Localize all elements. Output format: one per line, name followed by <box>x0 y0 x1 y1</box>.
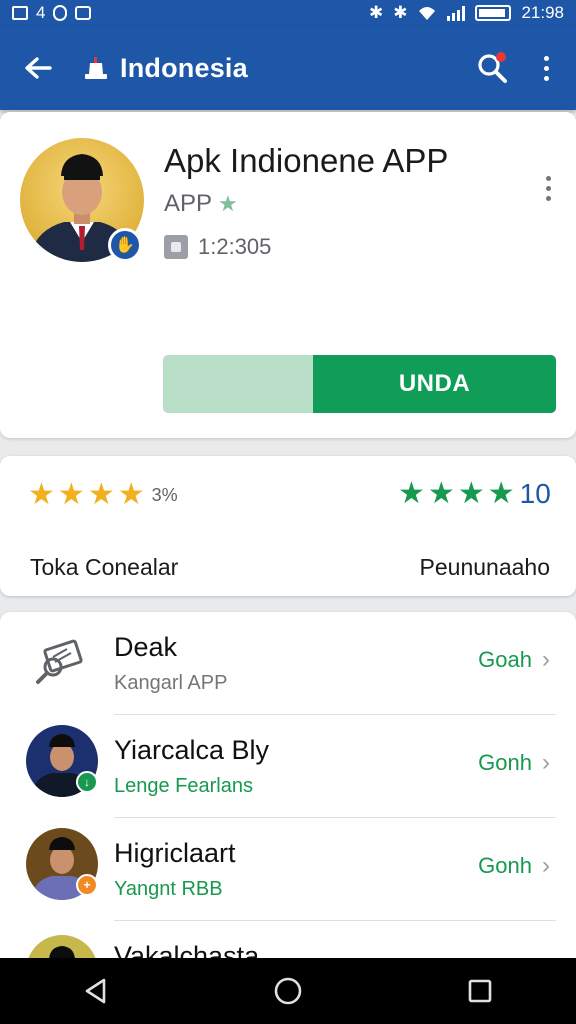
app-meta-value: 1:2:305 <box>198 234 272 259</box>
app-type-label: APP <box>164 190 213 217</box>
rating-left: ★ ★ ★ ★ 3% <box>28 480 178 510</box>
chevron-right-icon: › <box>542 749 550 776</box>
app-info-card: ✋ Apk Indionene APP APP ★ 1:2:305 UNDA <box>0 112 576 438</box>
status-left-number: 4 <box>36 3 46 22</box>
circle-home-icon <box>274 977 302 1005</box>
list-item-action[interactable]: Gonh › <box>478 852 550 880</box>
list-item-action-label: Gonh <box>478 853 532 878</box>
list-item-subtitle: Lenge Fearlans <box>114 775 253 797</box>
star-icon: ★ <box>427 477 455 510</box>
size-icon <box>164 235 188 259</box>
status-time: 21:98 <box>521 3 564 22</box>
battery-icon <box>475 5 512 21</box>
download-badge-icon: ↓ <box>76 771 98 793</box>
app-type-row: APP ★ <box>164 190 238 218</box>
secondary-button[interactable] <box>163 355 313 413</box>
chevron-right-icon: › <box>542 646 550 673</box>
rating-percent: 3% <box>151 484 178 505</box>
triangle-back-icon <box>85 978 106 1004</box>
list-item[interactable]: Deak Kangarl APP Goah › <box>0 612 576 715</box>
screenshot-notification-icon <box>12 6 28 20</box>
star-icon: ★ <box>487 477 515 510</box>
list-item-action-label: Goah <box>478 647 532 672</box>
rating-label-left[interactable]: Toka Conealar <box>30 554 178 581</box>
star-icon: ★ <box>87 478 115 511</box>
rating-right: ★ ★ ★ ★ 10 <box>398 478 551 510</box>
message-notification-icon <box>75 6 92 20</box>
list-item-title: Deak <box>114 632 178 662</box>
app-bar: Indonesia <box>0 26 576 110</box>
square-recents-icon <box>468 979 492 1003</box>
rating-label-right[interactable]: Peununaaho <box>420 554 550 581</box>
notification-dot <box>496 52 506 62</box>
star-icon: ★ <box>218 191 238 216</box>
nav-home-button[interactable] <box>258 961 318 1021</box>
list-item-subtitle: Kangarl APP <box>114 672 228 694</box>
card-more-button[interactable] <box>538 168 558 208</box>
star-icon: ★ <box>457 477 485 510</box>
chevron-right-icon: › <box>542 852 550 879</box>
nav-recents-button[interactable] <box>450 961 510 1021</box>
list-item-subtitle: Yangnt RBB <box>114 878 223 900</box>
wifi-icon <box>419 7 436 20</box>
back-button[interactable] <box>20 50 56 86</box>
rating-value: 10 <box>519 478 551 509</box>
verified-badge-icon: ✋ <box>108 228 142 262</box>
app-name: Apk Indionene APP <box>164 142 449 179</box>
signal-icon <box>447 5 466 21</box>
star-icon: ★ <box>117 478 145 511</box>
vibrate-icon: ✱ <box>368 3 384 22</box>
notification-icon <box>53 5 68 21</box>
list-item-title: Yiarcalca Bly <box>114 735 270 765</box>
rating-card: ★ ★ ★ ★ 3% ★ ★ ★ ★ 10 Toka Conealar Peun… <box>0 456 576 596</box>
star-icon: ★ <box>398 477 425 510</box>
search-button[interactable] <box>472 48 512 88</box>
overflow-menu-button[interactable] <box>526 48 566 88</box>
related-list-card: Deak Kangarl APP Goah › ↓ Yiarcalca Bly … <box>0 612 576 1007</box>
list-item[interactable]: ↓ Yiarcalca Bly Lenge Fearlans Gonh › <box>0 715 576 818</box>
star-icon: ★ <box>28 478 55 511</box>
list-item-action-label: Gonh <box>478 750 532 775</box>
app-bar-title: Indonesia <box>120 52 248 83</box>
list-item-action[interactable]: Gonh › <box>478 749 550 777</box>
list-item[interactable]: + Higriclaart Yangnt RBB Gonh › <box>0 818 576 921</box>
search-document-icon <box>36 639 83 684</box>
nav-back-button[interactable] <box>66 961 126 1021</box>
star-icon: ★ <box>57 478 85 511</box>
list-item-title: Higriclaart <box>114 838 236 868</box>
status-bar: 4 ✱ ✱ 21:98 <box>0 0 576 26</box>
arrow-left-icon <box>25 57 52 79</box>
bag-logo-icon <box>85 57 107 79</box>
list-item-action[interactable]: Goah › <box>478 646 550 674</box>
bluetooth-icon: ✱ <box>393 3 408 22</box>
app-meta-row: 1:2:305 <box>164 234 271 260</box>
install-button[interactable]: UNDA <box>313 355 556 413</box>
system-nav-bar <box>0 958 576 1024</box>
update-badge-icon: + <box>76 874 98 896</box>
list-item-icon <box>30 634 88 692</box>
